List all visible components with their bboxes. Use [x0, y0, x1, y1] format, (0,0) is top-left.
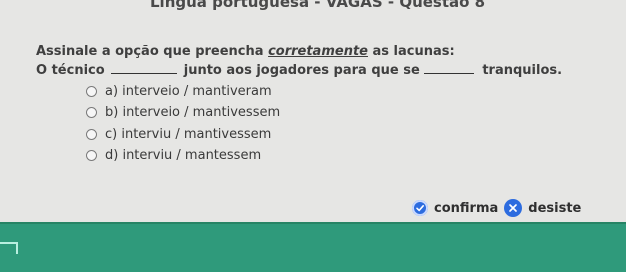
- footer-edge: [0, 222, 626, 224]
- option-b[interactable]: b) interveio / mantivessem: [86, 105, 280, 120]
- close-icon[interactable]: [504, 199, 523, 217]
- radio-icon[interactable]: [86, 107, 97, 118]
- question-part-3: tranquilos.: [482, 63, 563, 78]
- confirm-button[interactable]: confirma: [412, 200, 498, 216]
- option-c[interactable]: c) interviu / mantivessem: [86, 127, 271, 142]
- option-b-label[interactable]: b) interveio / mantivessem: [105, 105, 280, 120]
- question-text-suffix: as lacunas:: [367, 44, 455, 59]
- cancel-button[interactable]: desiste: [504, 199, 581, 217]
- option-a-label[interactable]: a) interveio / mantiveram: [105, 84, 272, 99]
- question-part-2: junto aos jogadores para que se: [183, 63, 420, 78]
- answer-blank-2: [423, 61, 474, 74]
- question-text-prefix: Assinale a opção que preencha: [36, 44, 269, 59]
- option-d[interactable]: d) interviu / mantessem: [86, 148, 261, 163]
- option-a[interactable]: a) interveio / mantiveram: [86, 84, 272, 99]
- corner-marker-icon: [0, 242, 18, 254]
- answer-blank-1: [111, 61, 178, 74]
- radio-icon[interactable]: [86, 129, 97, 140]
- radio-icon[interactable]: [86, 150, 97, 161]
- action-bar: confirma desiste: [412, 197, 612, 219]
- option-d-label[interactable]: d) interviu / mantessem: [105, 148, 261, 163]
- question-emphasis: corretamente: [268, 44, 368, 59]
- cancel-label[interactable]: desiste: [528, 201, 581, 216]
- question-line-2: O técnico junto aos jogadores para que s…: [36, 61, 562, 78]
- option-c-label[interactable]: c) interviu / mantivessem: [105, 127, 271, 142]
- page-title: Língua portuguesa - VAGAS - Questão 8: [150, 0, 486, 11]
- radio-icon[interactable]: [86, 86, 97, 97]
- question-part-1: O técnico: [36, 63, 105, 78]
- confirm-label[interactable]: confirma: [434, 201, 498, 216]
- check-icon[interactable]: [412, 200, 428, 216]
- footer-bar: [0, 222, 626, 272]
- question-line-1: Assinale a opção que preencha corretamen…: [36, 44, 455, 59]
